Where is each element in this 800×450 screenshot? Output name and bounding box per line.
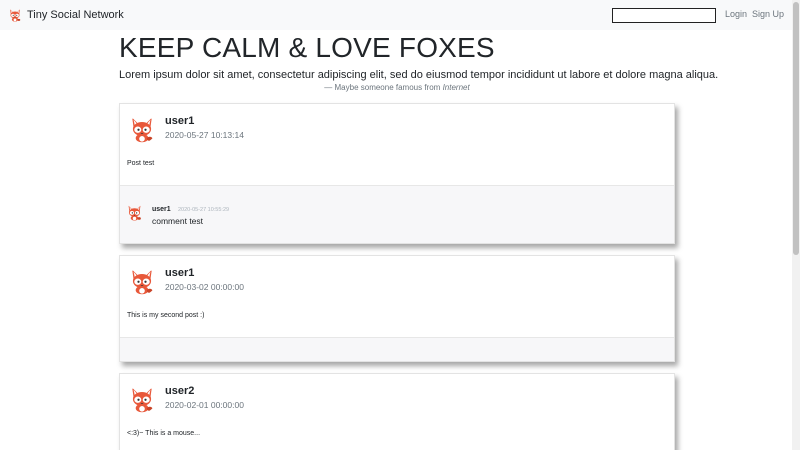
comments-section: user1 2020-05-27 10:55:29 comment test [120, 185, 674, 243]
scrollbar-thumb[interactable] [793, 2, 799, 255]
post-date: 2020-05-27 10:13:14 [165, 130, 244, 140]
brand-name: Tiny Social Network [27, 9, 124, 21]
comment-item: user1 2020-05-27 10:55:29 comment test [120, 186, 674, 243]
navbar: Tiny Social Network Login Sign Up [0, 0, 792, 30]
post-header: user2 2020-02-01 00:00:00 [120, 374, 674, 429]
post-author[interactable]: user1 [165, 267, 194, 280]
post-card: user2 2020-02-01 00:00:00 <:3)~ This is … [119, 373, 675, 450]
post-header: user1 2020-05-27 10:13:14 [120, 104, 674, 159]
comment-text: comment test [152, 216, 204, 226]
fox-avatar-icon [128, 115, 156, 143]
post-date: 2020-02-01 00:00:00 [165, 400, 244, 410]
comment-author[interactable]: user1 [152, 206, 171, 214]
brand-link[interactable]: Tiny Social Network [8, 7, 124, 23]
post-author[interactable]: user2 [165, 385, 194, 398]
comments-section [120, 337, 674, 361]
fox-avatar-icon [128, 385, 156, 413]
avatar [128, 115, 156, 143]
post-body: Post test [120, 159, 674, 185]
fox-logo-icon [8, 8, 22, 22]
fox-avatar-icon [128, 267, 156, 295]
post-text: Post test [127, 160, 155, 167]
hero-quote: Lorem ipsum dolor sit amet, consectetur … [119, 69, 719, 81]
post-card: user1 2020-05-27 10:13:14 Post test user… [119, 103, 675, 244]
post-author[interactable]: user1 [165, 115, 194, 128]
signup-link[interactable]: Sign Up [752, 9, 784, 20]
login-link[interactable]: Login [725, 9, 747, 20]
avatar [128, 385, 156, 413]
post-text: This is my second post :) [127, 312, 205, 319]
post-text: <:3)~ This is a mouse... [127, 430, 201, 437]
page-title: KEEP CALM & LOVE FOXES [119, 32, 495, 63]
fox-avatar-icon [126, 204, 143, 221]
citation-source: Internet [442, 83, 470, 92]
citation-prefix: — Maybe someone famous from [324, 83, 443, 92]
post-date: 2020-03-02 00:00:00 [165, 282, 244, 292]
post-body: This is my second post :) [120, 311, 674, 337]
post-card: user1 2020-03-02 00:00:00 This is my sec… [119, 255, 675, 362]
post-header: user1 2020-03-02 00:00:00 [120, 256, 674, 311]
post-body: <:3)~ This is a mouse... [120, 429, 674, 450]
avatar [128, 267, 156, 295]
comment-date: 2020-05-27 10:55:29 [178, 207, 230, 213]
page-scrollbar[interactable] [792, 0, 800, 450]
search-input[interactable] [612, 8, 716, 23]
quote-citation: — Maybe someone famous from Internet [119, 83, 675, 93]
